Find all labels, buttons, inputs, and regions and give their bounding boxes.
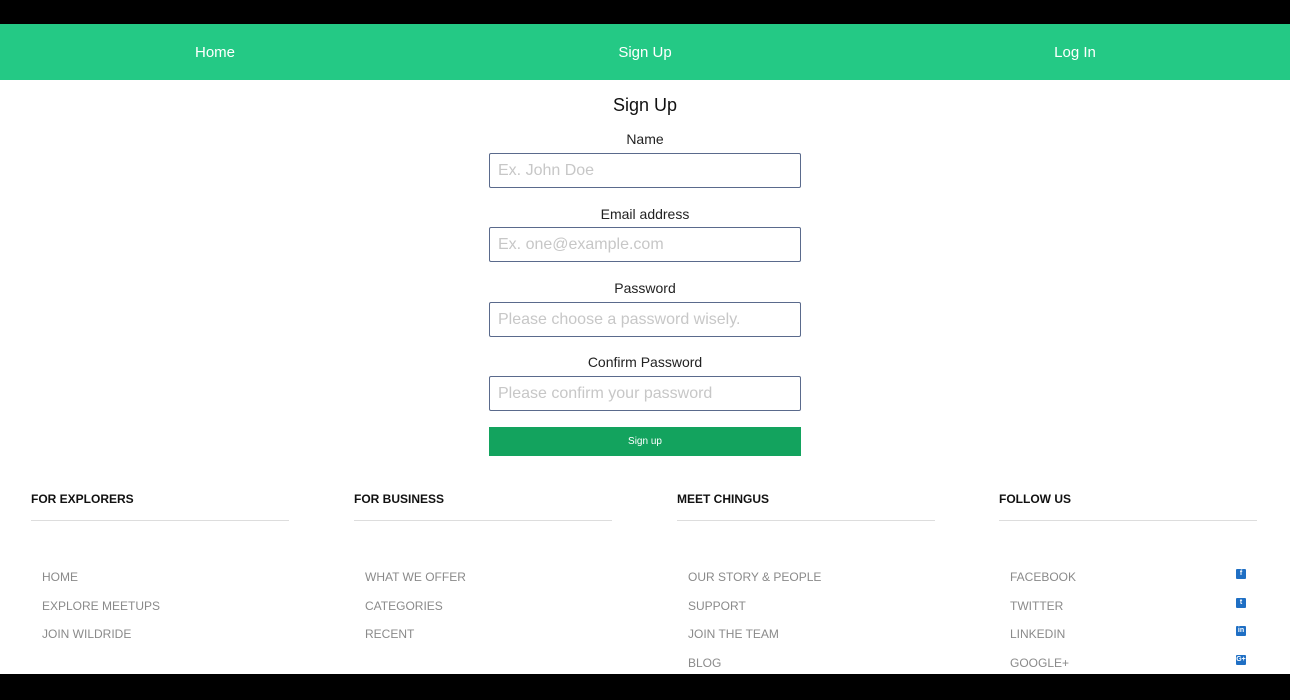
footer-link-linkedin[interactable]: LINKEDIN in <box>1010 620 1257 649</box>
linkedin-icon[interactable]: in <box>1236 626 1246 637</box>
footer-divider <box>31 520 289 521</box>
footer-link-facebook[interactable]: FACEBOOK f <box>1010 563 1257 592</box>
nav-login-link[interactable]: Log In <box>860 24 1290 80</box>
footer-link-our-story[interactable]: OUR STORY & PEOPLE <box>688 563 935 592</box>
confirm-password-label: Confirm Password <box>587 354 703 370</box>
facebook-icon[interactable]: f <box>1236 569 1246 580</box>
footer-link-home[interactable]: HOME <box>42 563 289 592</box>
nav-signup-link[interactable]: Sign Up <box>430 24 860 80</box>
nav-home-link[interactable]: Home <box>0 24 430 80</box>
footer-heading: MEET CHINGUS <box>677 492 770 506</box>
footer-column-chingus: MEET CHINGUS OUR STORY & PEOPLE SUPPORT … <box>677 492 935 670</box>
footer-link-blog[interactable]: BLOG <box>688 649 935 675</box>
footer-link-support[interactable]: SUPPORT <box>688 592 935 621</box>
name-input[interactable] <box>489 153 801 188</box>
top-navbar: Home Sign Up Log In <box>0 24 1290 80</box>
email-label: Email address <box>600 206 690 222</box>
footer-column-explorers: FOR EXPLORERS HOME EXPLORE MEETUPS JOIN … <box>31 492 289 641</box>
footer-column-business: FOR BUSINESS WHAT WE OFFER CATEGORIES RE… <box>354 492 612 641</box>
confirm-password-input[interactable] <box>489 376 801 411</box>
footer-link-google-plus[interactable]: GOOGLE+ G+ <box>1010 649 1257 675</box>
footer-column-follow-us: FOLLOW US FACEBOOK f TWITTER t LINKEDIN … <box>999 492 1257 670</box>
form-title: Sign Up <box>612 95 678 115</box>
footer-divider <box>677 520 935 521</box>
name-label: Name <box>626 131 664 147</box>
twitter-icon[interactable]: t <box>1236 597 1246 608</box>
footer-heading: FOR BUSINESS <box>354 492 445 506</box>
footer-link-join-wildride[interactable]: JOIN WILDRIDE <box>42 620 289 649</box>
footer-link-explore-meetups[interactable]: EXPLORE MEETUPS <box>42 592 289 621</box>
footer-divider <box>999 520 1257 521</box>
footer-link-recent[interactable]: RECENT <box>365 620 612 649</box>
footer-heading: FOLLOW US <box>999 492 1071 506</box>
password-label: Password <box>614 280 676 296</box>
email-input[interactable] <box>489 227 801 262</box>
footer-link-what-we-offer[interactable]: WHAT WE OFFER <box>365 563 612 592</box>
footer-link-join-the-team[interactable]: JOIN THE TEAM <box>688 620 935 649</box>
signup-submit-button[interactable]: Sign up <box>489 427 801 456</box>
footer-link-categories[interactable]: CATEGORIES <box>365 592 612 621</box>
footer-heading: FOR EXPLORERS <box>31 492 134 506</box>
footer-link-twitter[interactable]: TWITTER t <box>1010 592 1257 621</box>
google-plus-icon[interactable]: G+ <box>1236 654 1246 665</box>
footer-divider <box>354 520 612 521</box>
password-input[interactable] <box>489 302 801 337</box>
page-viewport: Home Sign Up Log In Sign Up Name Email a… <box>0 24 1290 674</box>
